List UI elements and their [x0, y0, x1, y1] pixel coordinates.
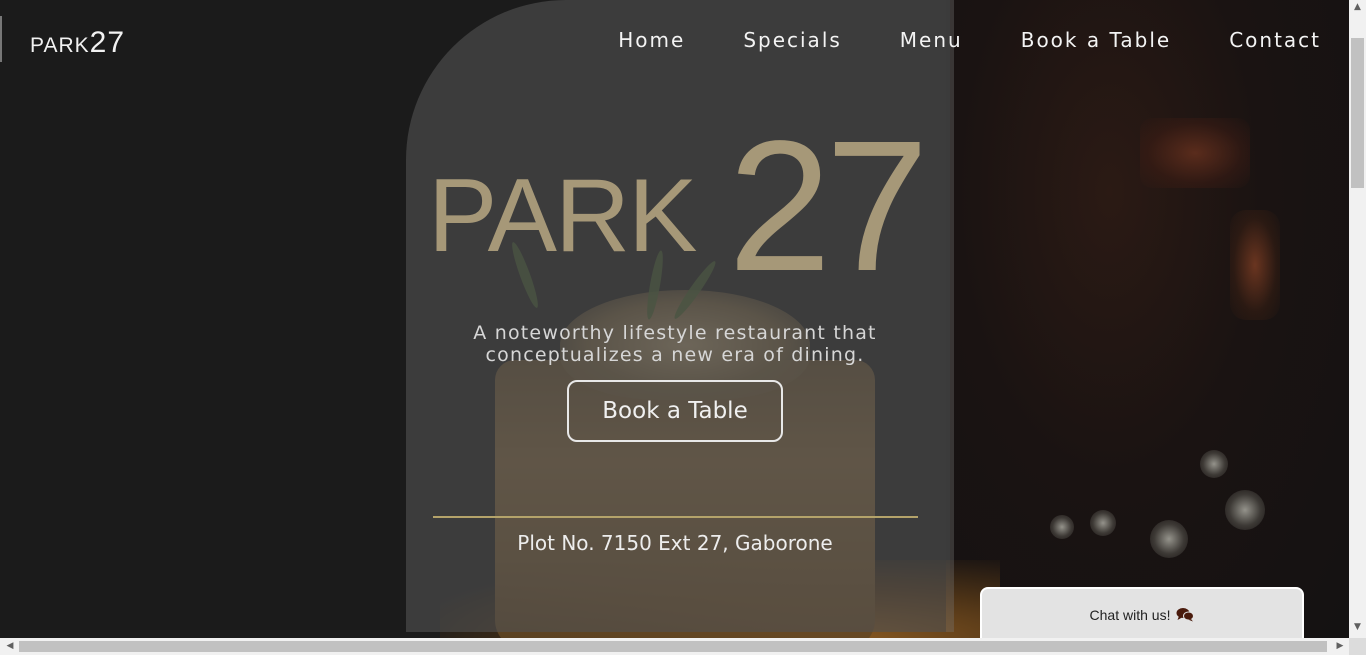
- page-viewport: PARK27 Home Specials Menu Book a Table C…: [0, 0, 1349, 638]
- bokeh-light: [1200, 450, 1228, 478]
- nav-item-book-a-table[interactable]: Book a Table: [1021, 28, 1171, 52]
- hero-logo-park: PARK: [428, 158, 697, 274]
- background-light: [1140, 118, 1250, 188]
- scroll-down-arrow-icon[interactable]: ▼: [1351, 622, 1364, 636]
- nav-item-specials[interactable]: Specials: [743, 28, 841, 52]
- background-light: [1230, 210, 1280, 320]
- chat-widget[interactable]: Chat with us!: [980, 587, 1304, 638]
- chat-label: Chat with us!: [1089, 607, 1171, 623]
- brand-logo[interactable]: PARK27: [30, 26, 125, 60]
- scroll-right-arrow-icon[interactable]: ▶: [1333, 640, 1347, 653]
- nav-item-contact[interactable]: Contact: [1229, 28, 1321, 52]
- divider: [433, 516, 918, 518]
- tagline-line-2: conceptualizes a new era of dining.: [485, 344, 865, 366]
- hero-logo-number: 27: [728, 103, 929, 310]
- book-a-table-button[interactable]: Book a Table: [567, 380, 783, 442]
- brand-logo-number: 27: [89, 26, 126, 59]
- bokeh-light: [1225, 490, 1265, 530]
- hero-arch-edge: [946, 0, 954, 632]
- address: Plot No. 7150 Ext 27, Gaborone: [517, 531, 833, 555]
- bokeh-light: [1090, 510, 1116, 536]
- scrollbar-corner: [1349, 638, 1366, 655]
- bokeh-light: [1150, 520, 1188, 558]
- hero-tagline: A noteworthy lifestyle restaurant that c…: [430, 322, 920, 366]
- chat-bubbles-icon: [1176, 607, 1195, 638]
- hero-logo: PARK 27: [428, 114, 948, 303]
- bokeh-light: [1050, 515, 1074, 539]
- scroll-up-arrow-icon[interactable]: ▲: [1351, 2, 1364, 16]
- brand-logo-park: PARK: [30, 34, 90, 57]
- tagline-line-1: A noteworthy lifestyle restaurant that: [473, 322, 877, 344]
- horizontal-scrollbar-thumb[interactable]: [19, 641, 1327, 652]
- vertical-scrollbar-thumb[interactable]: [1351, 38, 1364, 188]
- nav-item-menu[interactable]: Menu: [900, 28, 963, 52]
- nav-item-home[interactable]: Home: [618, 28, 685, 52]
- left-edge-marker: [0, 16, 2, 62]
- scroll-left-arrow-icon[interactable]: ◀: [3, 640, 17, 653]
- main-nav: Home Specials Menu Book a Table Contact: [618, 28, 1321, 52]
